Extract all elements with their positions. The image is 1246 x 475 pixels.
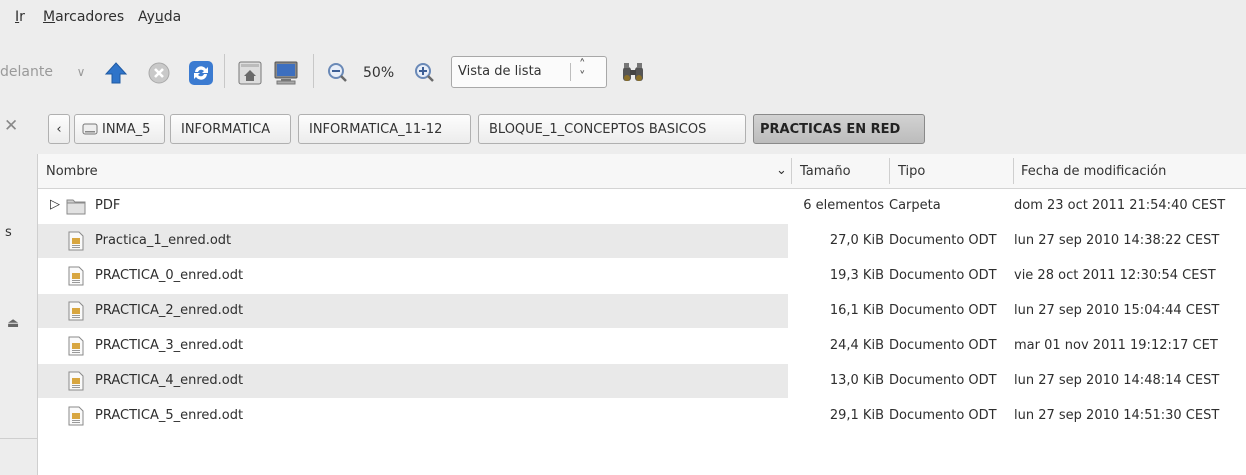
column-header-type[interactable]: Tipo xyxy=(898,164,925,179)
reload-icon[interactable] xyxy=(187,59,215,87)
menu-ayuda-pre: Ay xyxy=(138,9,155,25)
file-row[interactable]: PRACTICA_5_enred.odt 29,1 KiB Documento OD… xyxy=(38,399,1246,433)
breadcrumb-practicas-en-red[interactable]: PRACTICAS EN RED xyxy=(753,114,925,144)
file-row[interactable]: Practica_1_enred.odt 27,0 KiB Documento OD… xyxy=(38,224,1246,258)
file-modified: dom 23 oct 2011 21:54:40 CEST xyxy=(1014,198,1226,213)
up-down-chevron-icon: ˄ ˅ xyxy=(579,58,586,85)
zoom-level: 50% xyxy=(363,65,395,81)
path-back-chevron-icon[interactable]: ‹ xyxy=(48,114,70,144)
file-name: PRACTICA_3_enred.odt xyxy=(95,338,244,353)
file-size: 29,1 KiB xyxy=(829,408,884,423)
menu-ayuda-mnemonic: u xyxy=(154,9,164,25)
file-modified: vie 28 oct 2011 12:30:54 CEST xyxy=(1014,268,1216,283)
menu-bar: Ir Marcadores Ayuda xyxy=(0,0,1246,38)
file-type: Documento ODT xyxy=(889,303,997,318)
file-type: Documento ODT xyxy=(889,233,997,248)
select-divider xyxy=(570,63,571,81)
file-size: 27,0 KiB xyxy=(829,233,884,248)
odt-document-icon xyxy=(68,231,84,251)
sidebar-divider xyxy=(0,438,37,439)
odt-document-icon xyxy=(68,301,84,321)
file-name: PDF xyxy=(95,198,121,213)
sidebar-item-label[interactable]: s xyxy=(5,225,12,240)
file-modified: lun 27 sep 2010 14:48:14 CEST xyxy=(1014,373,1220,388)
menu-ir[interactable]: Ir xyxy=(15,9,25,25)
breadcrumb-label: INFORMATICA xyxy=(181,121,271,137)
up-arrow-icon[interactable] xyxy=(103,60,129,86)
sidebar xyxy=(0,154,38,475)
file-type: Carpeta xyxy=(889,198,941,213)
file-modified: mar 01 nov 2011 19:12:17 CET xyxy=(1014,338,1218,353)
sort-descending-icon[interactable]: ⌄ xyxy=(776,163,787,178)
breadcrumb-label: PRACTICAS EN RED xyxy=(760,121,901,137)
close-icon[interactable]: ✕ xyxy=(4,116,18,136)
file-row[interactable]: PRACTICA_2_enred.odt 16,1 KiB Documento OD… xyxy=(38,294,1246,328)
odt-document-icon xyxy=(68,371,84,391)
breadcrumb-bloque-1[interactable]: BLOQUE_1_CONCEPTOS BASICOS xyxy=(478,114,746,144)
file-row[interactable]: PRACTICA_0_enred.odt 19,3 KiB Documento OD… xyxy=(38,259,1246,293)
forward-history-chevron-icon[interactable]: ∨ xyxy=(71,62,91,82)
drive-icon xyxy=(82,123,98,135)
file-row[interactable]: PRACTICA_3_enred.odt 24,4 KiB Documento OD… xyxy=(38,329,1246,363)
search-binoculars-icon[interactable] xyxy=(619,59,647,87)
file-type: Documento ODT xyxy=(889,373,997,388)
list-header: Nombre ⌄ Tamaño Tipo Fecha de modificaci… xyxy=(38,154,1246,189)
breadcrumb-label: INFORMATICA_11-12 xyxy=(309,121,443,137)
breadcrumb-label: INMA_5 xyxy=(102,121,151,137)
view-mode-select[interactable]: Vista de lista ˄ ˅ xyxy=(451,56,607,88)
file-name: PRACTICA_0_enred.odt xyxy=(95,268,244,283)
file-size: 16,1 KiB xyxy=(829,303,884,318)
stop-icon[interactable] xyxy=(146,60,172,86)
file-type: Documento ODT xyxy=(889,268,997,283)
file-name: PRACTICA_5_enred.odt xyxy=(95,408,244,423)
file-type: Documento ODT xyxy=(889,338,997,353)
toolbar-separator xyxy=(313,54,314,88)
breadcrumb-informatica-11-12[interactable]: INFORMATICA_11-12 xyxy=(298,114,471,144)
file-size: 24,4 KiB xyxy=(829,338,884,353)
menu-marcadores-mnemonic: M xyxy=(43,9,56,25)
file-size: 19,3 KiB xyxy=(829,268,884,283)
home-folder-icon[interactable] xyxy=(236,59,264,87)
folder-icon xyxy=(66,199,86,215)
breadcrumb-inma5[interactable]: INMA_5 xyxy=(74,114,165,144)
breadcrumb-label: BLOQUE_1_CONCEPTOS BASICOS xyxy=(489,121,707,137)
file-name: PRACTICA_2_enred.odt xyxy=(95,303,244,318)
file-modified: lun 27 sep 2010 14:51:30 CEST xyxy=(1014,408,1220,423)
odt-document-icon xyxy=(68,266,84,286)
column-separator xyxy=(791,158,792,184)
view-mode-value: Vista de lista xyxy=(458,64,542,79)
computer-icon[interactable] xyxy=(271,59,301,87)
column-separator xyxy=(1013,158,1014,184)
menu-ayuda-label: da xyxy=(163,9,182,25)
file-name: PRACTICA_4_enred.odt xyxy=(95,373,244,388)
menu-ayuda[interactable]: Ayuda xyxy=(138,9,181,25)
menu-ir-label: r xyxy=(19,9,25,25)
forward-button-label[interactable]: delante xyxy=(0,64,53,80)
column-header-name[interactable]: Nombre xyxy=(46,164,98,179)
column-separator xyxy=(889,158,890,184)
file-row[interactable]: PRACTICA_4_enred.odt 13,0 KiB Documento OD… xyxy=(38,364,1246,398)
file-modified: lun 27 sep 2010 14:38:22 CEST xyxy=(1014,233,1220,248)
zoom-out-icon[interactable] xyxy=(326,61,348,83)
zoom-in-icon[interactable] xyxy=(413,61,435,83)
file-modified: lun 27 sep 2010 15:04:44 CEST xyxy=(1014,303,1220,318)
odt-document-icon xyxy=(68,406,84,426)
column-header-size[interactable]: Tamaño xyxy=(800,164,851,179)
column-header-modified[interactable]: Fecha de modificación xyxy=(1021,164,1166,179)
breadcrumb-informatica[interactable]: INFORMATICA xyxy=(170,114,291,144)
file-size: 13,0 KiB xyxy=(829,373,884,388)
file-size: 6 elementos xyxy=(803,198,884,213)
folder-row[interactable]: ▷ PDF 6 elementos Carpeta dom 23 oct 2011 21… xyxy=(38,189,1246,223)
eject-icon[interactable]: ⏏ xyxy=(7,316,19,331)
expander-triangle-icon[interactable]: ▷ xyxy=(50,197,60,212)
file-name: Practica_1_enred.odt xyxy=(95,233,232,248)
menu-marcadores-label: arcadores xyxy=(55,9,125,25)
odt-document-icon xyxy=(68,336,84,356)
toolbar-separator xyxy=(224,54,225,88)
menu-marcadores[interactable]: Marcadores xyxy=(43,9,124,25)
file-type: Documento ODT xyxy=(889,408,997,423)
